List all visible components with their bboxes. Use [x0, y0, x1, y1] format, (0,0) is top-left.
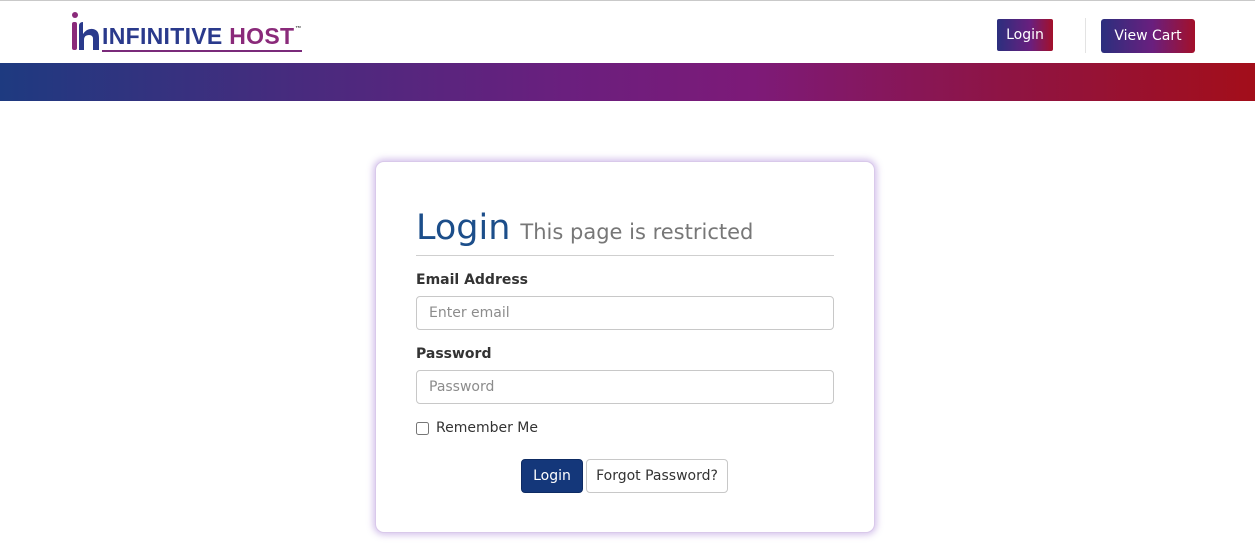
login-heading: Login This page is restricted: [416, 208, 834, 256]
login-card: Login This page is restricted Email Addr…: [375, 161, 875, 533]
remember-me-label: Remember Me: [436, 420, 538, 436]
email-field[interactable]: [416, 296, 834, 330]
email-label: Email Address: [416, 272, 529, 288]
remember-me-checkbox[interactable]: [416, 421, 429, 435]
gradient-banner: [0, 63, 1255, 101]
brand-logo[interactable]: INFINITIVE HOST™: [71, 12, 302, 52]
login-submit-button[interactable]: Login: [521, 459, 583, 493]
brand-name: INFINITIVE HOST™: [102, 25, 302, 52]
logo-mark-icon: [71, 12, 101, 52]
page-subtitle: This page is restricted: [520, 220, 754, 244]
password-field[interactable]: [416, 370, 834, 404]
remember-me-row: Remember Me: [416, 420, 538, 436]
header-divider: [1085, 18, 1086, 53]
brand-name-part2: HOST: [229, 23, 295, 49]
brand-name-part1: INFINITIVE: [102, 23, 230, 49]
trademark: ™: [295, 26, 302, 32]
page-title: Login: [416, 208, 511, 248]
page: INFINITIVE HOST™ Login View Cart Login T…: [0, 0, 1255, 558]
forgot-password-button[interactable]: Forgot Password?: [586, 459, 728, 493]
view-cart-button[interactable]: View Cart: [1101, 19, 1195, 53]
password-label: Password: [416, 346, 492, 362]
header-login-button[interactable]: Login: [997, 19, 1053, 51]
site-header: INFINITIVE HOST™ Login View Cart: [0, 1, 1255, 63]
